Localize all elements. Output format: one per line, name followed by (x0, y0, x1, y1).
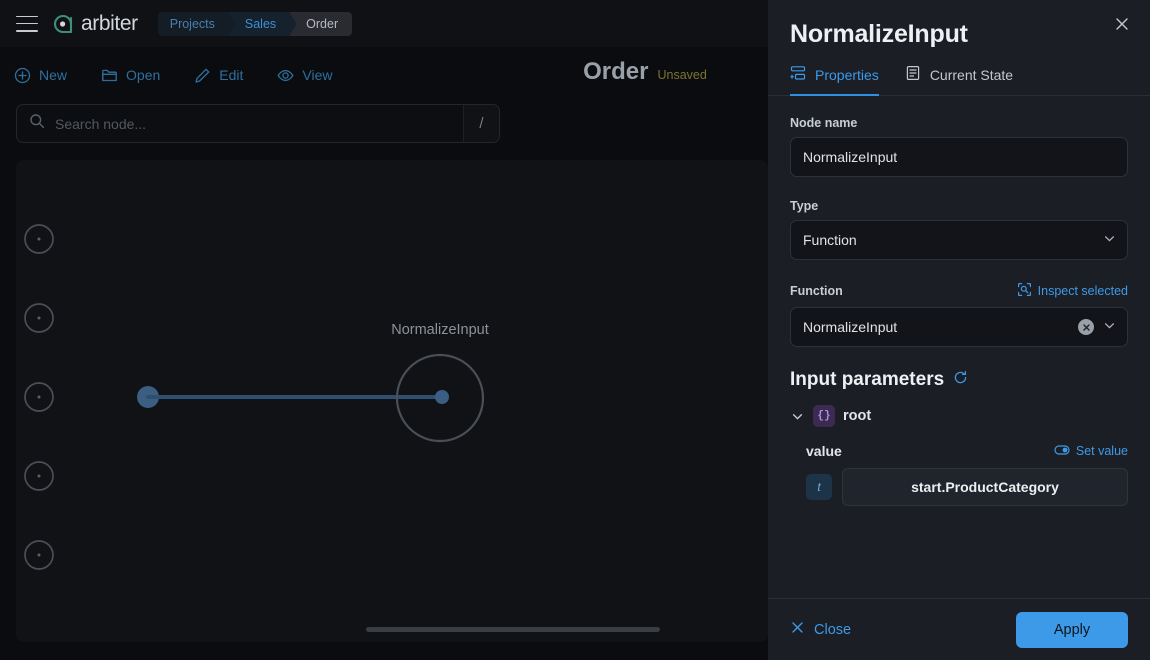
close-button-label: Close (814, 621, 852, 638)
panel-header: NormalizeInput (768, 0, 1150, 49)
app-logo-text: arbiter (81, 11, 138, 35)
tab-current-state[interactable]: Current State (905, 65, 1013, 96)
param-value-field[interactable]: start.ProductCategory (842, 468, 1128, 506)
panel-body: Node name Type Function Function (768, 96, 1150, 598)
param-value-row: t start.ProductCategory (806, 468, 1128, 506)
chevron-down-icon (1102, 318, 1117, 336)
app-logo[interactable]: arbiter (52, 12, 138, 36)
apply-button[interactable]: Apply (1016, 611, 1128, 648)
plus-circle-icon (14, 67, 31, 84)
palette-node-1[interactable] (22, 222, 56, 256)
chevron-down-icon (1102, 231, 1117, 249)
input-parameters-title: Input parameters (790, 369, 1128, 391)
inspect-frame-icon (1017, 282, 1032, 300)
breadcrumb-item-order[interactable]: Order (290, 11, 353, 36)
type-select-value: Function (803, 232, 857, 248)
palette-node-4[interactable] (22, 459, 56, 493)
inspect-selected-button[interactable]: Inspect selected (1017, 282, 1128, 300)
pencil-icon (194, 67, 211, 84)
eye-icon (277, 67, 294, 84)
folder-open-icon (101, 67, 118, 84)
open-button-label: Open (126, 67, 161, 83)
breadcrumb-item-projects[interactable]: Projects (157, 11, 237, 36)
param-value-block: value Set value t start.ProductCategory (790, 443, 1128, 506)
inspect-selected-label: Inspect selected (1037, 284, 1128, 298)
view-button[interactable]: View (277, 67, 332, 84)
search-bar: / (16, 104, 500, 143)
breadcrumb-label: Projects (169, 16, 215, 31)
breadcrumb-label: Order (306, 16, 339, 31)
breadcrumb: Projects Sales Order (157, 11, 353, 36)
search-shortcut-key[interactable]: / (463, 105, 499, 142)
node-name-label: Node name (790, 116, 858, 130)
x-icon (790, 620, 805, 639)
set-value-button[interactable]: Set value (1054, 444, 1128, 459)
tab-properties[interactable]: Properties (790, 65, 879, 96)
object-type-badge: {} (813, 405, 835, 427)
function-label: Function (790, 284, 843, 298)
properties-icon (790, 65, 806, 84)
eye-toggle-icon (1054, 444, 1070, 459)
param-root-label: root (843, 408, 872, 424)
node-graph-canvas[interactable]: NormalizeInput (16, 160, 768, 642)
panel-tabs: Properties Current State (768, 65, 1150, 96)
node-properties-panel: NormalizeInput Properties Current State … (768, 0, 1150, 660)
param-value-header: value Set value (806, 443, 1128, 459)
arbiter-logo-icon (52, 13, 74, 35)
close-button[interactable]: Close (790, 620, 851, 639)
text-type-badge[interactable]: t (806, 474, 832, 500)
param-tree-root-row[interactable]: {} root (790, 405, 1128, 427)
node-name-input[interactable] (790, 137, 1128, 177)
panel-footer: Close Apply (768, 598, 1150, 660)
panel-title: NormalizeInput (790, 20, 968, 48)
breadcrumb-label: Sales (244, 16, 277, 31)
clear-x-icon[interactable] (1078, 319, 1094, 335)
edit-button[interactable]: Edit (194, 67, 243, 84)
type-label: Type (790, 199, 819, 213)
type-select[interactable]: Function (790, 220, 1128, 260)
document-list-icon (905, 65, 921, 84)
breadcrumb-item-sales[interactable]: Sales (228, 11, 298, 36)
graph-node-label: NormalizeInput (391, 322, 489, 338)
edit-button-label: Edit (219, 67, 244, 83)
new-button-label: New (39, 67, 68, 83)
open-button[interactable]: Open (101, 67, 160, 84)
hamburger-menu-icon[interactable] (16, 15, 38, 32)
graph-node-normalizeinput[interactable] (393, 351, 487, 445)
app-header: arbiter Projects Sales Order (0, 0, 768, 47)
close-icon[interactable] (1108, 10, 1136, 38)
search-icon (29, 113, 45, 134)
new-button[interactable]: New (14, 67, 67, 84)
view-button-label: View (302, 67, 333, 83)
input-parameters-title-text: Input parameters (790, 369, 945, 390)
function-field-header: Function Inspect selected (790, 282, 1128, 300)
palette-node-5[interactable] (22, 538, 56, 572)
chevron-down-icon[interactable] (790, 409, 805, 424)
canvas-horizontal-scrollbar[interactable] (366, 627, 660, 632)
palette-node-2[interactable] (22, 301, 56, 335)
tab-current-state-label: Current State (929, 66, 1014, 83)
palette-node-3[interactable] (22, 380, 56, 414)
search-input[interactable] (55, 105, 463, 142)
editor-toolbar: New Open Edit View (0, 47, 768, 103)
tab-properties-label: Properties (815, 66, 879, 83)
refresh-icon[interactable] (953, 369, 968, 391)
param-value-label: value (806, 443, 842, 459)
set-value-label: Set value (1075, 444, 1128, 458)
function-select[interactable]: NormalizeInput (790, 307, 1128, 347)
function-select-value: NormalizeInput (803, 319, 898, 335)
